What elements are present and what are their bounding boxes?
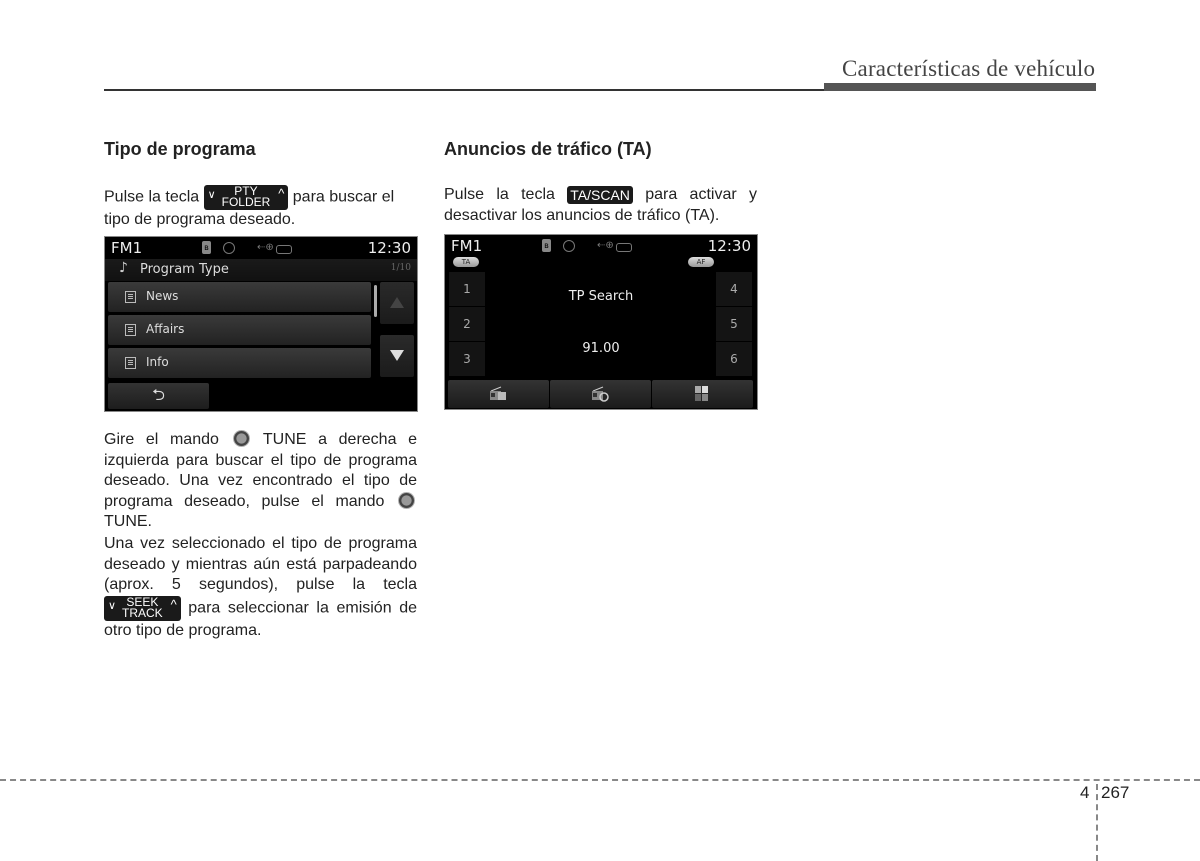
key-label-bottom: FOLDER — [221, 195, 271, 209]
seek-track-key: ∨ SEEK TRACK ^ — [104, 595, 181, 621]
heading-anuncios-de-trafico: Anuncios de tráfico (TA) — [444, 139, 652, 159]
scroll-up-button[interactable] — [380, 282, 414, 324]
battery-icon — [276, 245, 292, 254]
text: Una vez seleccionado el tipo de programa… — [104, 535, 417, 593]
list-item-news[interactable]: News — [108, 282, 371, 312]
arrow-up-icon — [390, 297, 404, 308]
document-icon — [125, 291, 136, 303]
chevron-down-icon: ∨ — [108, 599, 117, 612]
document-icon — [125, 357, 136, 369]
ta-scan-key: TA/SCAN — [567, 185, 633, 204]
band-label: FM1 — [451, 237, 483, 255]
paragraph-pty-intro: Pulse la tecla ∨ PTY FOLDER ^ para busca… — [104, 185, 417, 231]
footer-divider — [0, 779, 1200, 781]
clock: 12:30 — [367, 239, 411, 257]
footer-vertical-divider — [1096, 784, 1098, 861]
back-button[interactable]: ⮌ — [108, 383, 209, 409]
scrollbar[interactable] — [374, 285, 377, 317]
scroll-down-button[interactable] — [380, 335, 414, 377]
preset-2[interactable]: 2 — [449, 307, 485, 341]
list-item-affairs[interactable]: Affairs — [108, 315, 371, 345]
list-item-info[interactable]: Info — [108, 348, 371, 378]
radio-scan-icon — [592, 386, 609, 402]
text: Pulse la tecla — [104, 188, 200, 206]
paragraph-seek: Una vez seleccionado el tipo de programa… — [104, 534, 417, 641]
bluetooth-icon: ʙ — [542, 239, 551, 252]
tune-knob-icon — [232, 430, 250, 447]
chevron-up-icon: ^ — [170, 596, 177, 612]
bluetooth-icon: ʙ — [202, 241, 211, 254]
text: tipo de programa deseado. — [104, 211, 296, 228]
header-rule — [104, 89, 824, 91]
radio-icon — [490, 386, 506, 400]
preset-5[interactable]: 5 — [716, 307, 752, 341]
back-arrow-icon: ⮌ — [152, 385, 165, 404]
text: TUNE. — [104, 513, 152, 530]
program-type-screen: FM1 ʙ ⇠⊕ 12:30 ♪ Program Type 1/10 News … — [104, 236, 418, 412]
paragraph-tune: Gire el mando TUNE a derecha e izquierda… — [104, 430, 417, 533]
band-label: FM1 — [111, 239, 143, 257]
disc-icon — [223, 242, 235, 254]
chapter-number: 4 — [1080, 783, 1090, 802]
usb-icon: ⇠⊕ — [597, 240, 614, 251]
radio-scan-button[interactable] — [550, 380, 651, 408]
tp-search-status: TP Search — [568, 289, 634, 304]
section-title: Características de vehículo — [842, 56, 1096, 81]
page-indicator: 1/10 — [390, 263, 411, 273]
heading-tipo-de-programa: Tipo de programa — [104, 139, 256, 159]
tune-knob-icon — [398, 491, 416, 509]
page-number: 267 — [1101, 783, 1130, 802]
list-item-label: News — [146, 289, 179, 303]
usb-icon: ⇠⊕ — [257, 242, 274, 253]
grid-icon — [695, 386, 708, 401]
chevron-down-icon: ∨ — [207, 189, 216, 201]
ta-indicator[interactable]: TA — [453, 257, 479, 267]
pty-folder-key: ∨ PTY FOLDER ^ — [203, 185, 289, 210]
clock: 12:30 — [707, 237, 751, 255]
battery-icon — [616, 243, 632, 252]
list-title: Program Type — [140, 262, 229, 277]
status-bar: FM1 ʙ ⇠⊕ 12:30 — [105, 237, 417, 259]
status-bar: FM1 ʙ ⇠⊕ 12:30 — [445, 235, 757, 257]
music-note-icon: ♪ — [119, 260, 128, 276]
document-icon — [125, 324, 136, 336]
arrow-down-icon — [390, 350, 404, 361]
header-rule-accent — [824, 83, 1096, 91]
chevron-up-icon: ^ — [278, 186, 285, 201]
text: Pulse la tecla — [444, 186, 555, 203]
text: para buscar el — [292, 188, 395, 206]
menu-grid-button[interactable] — [652, 380, 753, 408]
list-item-label: Info — [146, 355, 169, 369]
tp-search-screen: FM1 ʙ ⇠⊕ 12:30 TA AF 1 2 3 4 5 6 TP Sear… — [444, 234, 758, 410]
paragraph-ta-intro: Pulse la tecla TA/SCAN para activar y de… — [444, 185, 757, 226]
key-label-bottom: TRACK — [122, 605, 163, 620]
af-indicator[interactable]: AF — [688, 257, 714, 267]
radio-list-button[interactable] — [448, 380, 549, 408]
disc-icon — [563, 240, 575, 252]
frequency-display: 91.00 — [582, 341, 620, 356]
text: Gire el mando — [104, 431, 219, 448]
list-title-bar: ♪ Program Type 1/10 — [105, 259, 417, 281]
list-item-label: Affairs — [146, 322, 185, 336]
